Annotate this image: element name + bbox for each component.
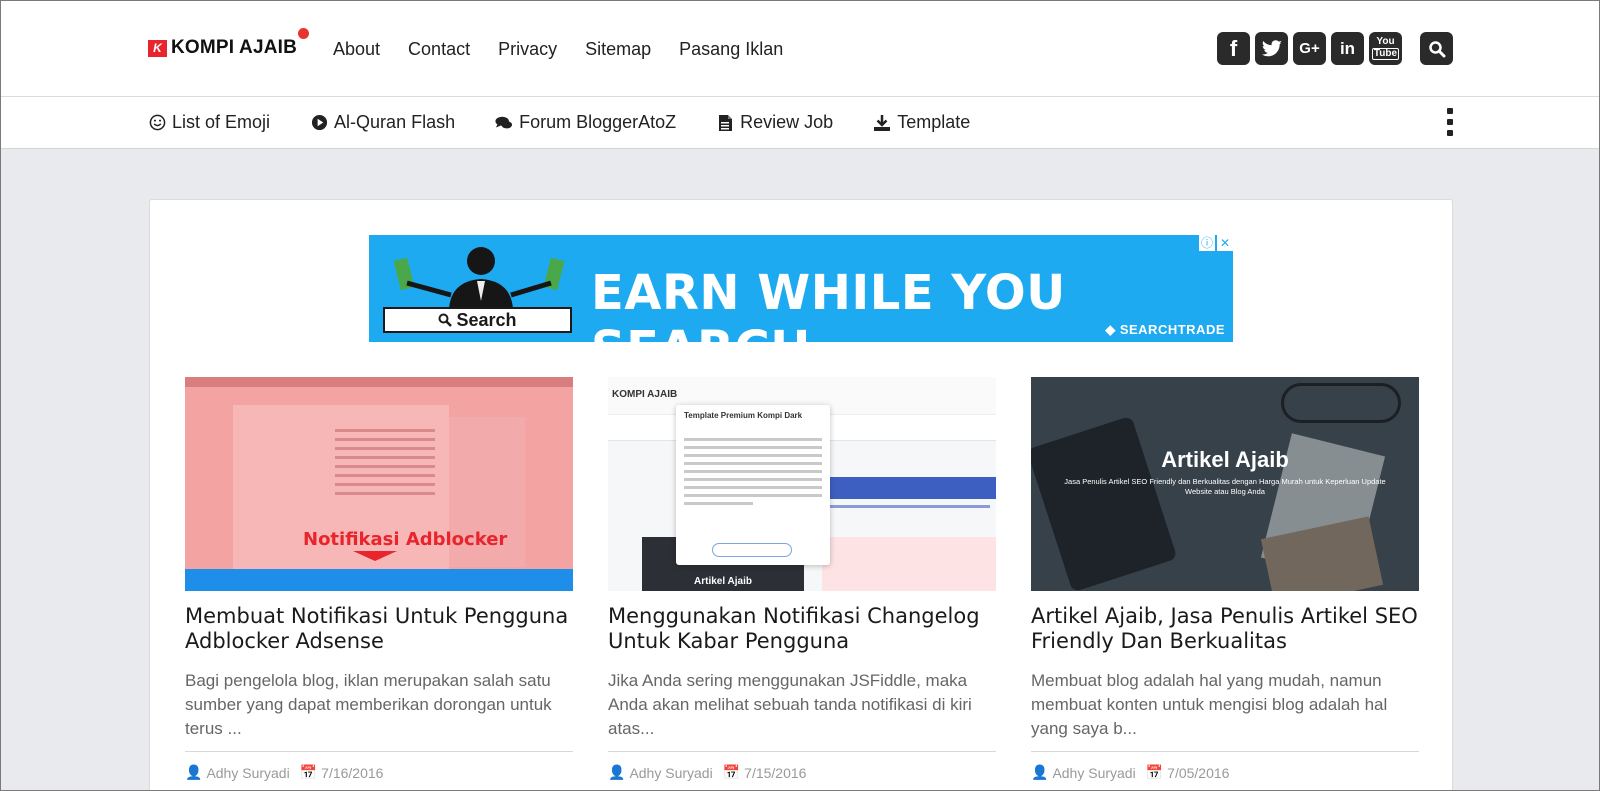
post-date: 7/16/2016: [321, 764, 384, 781]
google-plus-icon[interactable]: G+: [1293, 32, 1326, 65]
subnav-al-quran-flash[interactable]: Al-Quran Flash: [310, 112, 455, 133]
document-icon: [716, 114, 734, 132]
ad-controls: ⓘ ✕: [1199, 235, 1233, 251]
logo-text: KOMPI AJAIB: [171, 37, 298, 58]
nav-pasang-iklan[interactable]: Pasang Iklan: [679, 39, 783, 60]
user-icon: 👤: [1031, 764, 1049, 780]
user-icon: 👤: [608, 764, 626, 780]
nav-contact[interactable]: Contact: [408, 39, 470, 60]
subnav-label: Al-Quran Flash: [334, 112, 456, 132]
subnav-label: Template: [897, 112, 971, 132]
post-thumbnail[interactable]: KOMPI AJAIB Artikel Ajaib Template Premi…: [608, 377, 996, 591]
subnav-label: Review Job: [740, 112, 834, 132]
twitter-icon[interactable]: [1255, 32, 1288, 65]
ad-search-icon: [438, 313, 453, 327]
search-icon[interactable]: [1420, 32, 1453, 65]
thumbnail-title: Artikel Ajaib: [1161, 447, 1289, 472]
calendar-icon: 📅: [1145, 764, 1164, 780]
arrow-down-icon: [353, 551, 397, 561]
thumbnail-logo: KOMPI AJAIB: [612, 389, 678, 400]
post-date: 7/05/2016: [1167, 764, 1230, 781]
post-excerpt: Jika Anda sering menggunakan JSFiddle, m…: [608, 671, 972, 738]
popup-title: Template Premium Kompi Dark: [684, 411, 803, 420]
download-icon: [873, 114, 891, 132]
thumbnail-popup: Template Premium Kompi Dark: [676, 405, 830, 565]
post-author[interactable]: Adhy Suryadi: [206, 765, 289, 781]
logo-mark-icon: K: [148, 39, 167, 57]
post-card: Notifikasi Adblocker Membuat Notifikasi …: [185, 377, 573, 781]
ad-person-illustration: [393, 247, 565, 309]
top-header: K KOMPI AJAIB About Contact Privacy Site…: [1, 1, 1599, 97]
post-date: 7/15/2016: [744, 764, 807, 781]
site-logo[interactable]: K KOMPI AJAIB: [148, 28, 309, 59]
nav-sitemap[interactable]: Sitemap: [585, 39, 651, 60]
secondary-nav: List of Emoji Al-Quran Flash Forum Blogg…: [148, 112, 970, 133]
nav-privacy[interactable]: Privacy: [498, 39, 557, 60]
subnav-review-job[interactable]: Review Job: [716, 112, 833, 133]
post-thumbnail[interactable]: Notifikasi Adblocker: [185, 377, 573, 591]
youtube-icon[interactable]: You Tube: [1369, 32, 1402, 65]
ad-search-label: Search: [456, 309, 517, 330]
thumbnail-subtitle: Jasa Penulis Artikel SEO Friendly dan Be…: [1064, 477, 1386, 496]
ad-brand: ◆ SEARCHTRADE: [1105, 322, 1225, 337]
ad-banner[interactable]: Search EARN WHILE YOU SEARCH ◆ SEARCHTRA…: [369, 235, 1233, 342]
post-thumbnail[interactable]: Artikel Ajaib Jasa Penulis Artikel SEO F…: [1031, 377, 1419, 591]
post-title[interactable]: Menggunakan Notifikasi Changelog Untuk K…: [608, 604, 996, 656]
post-title[interactable]: Artikel Ajaib, Jasa Penulis Artikel SEO …: [1031, 604, 1419, 656]
ad-close-icon[interactable]: ✕: [1217, 235, 1233, 251]
notification-dot-icon: [298, 28, 309, 39]
ad-brand-text: SEARCHTRADE: [1119, 322, 1225, 337]
more-menu-icon[interactable]: [1445, 108, 1455, 136]
post-author[interactable]: Adhy Suryadi: [1052, 765, 1135, 781]
post-meta: 👤 Adhy Suryadi 📅 7/15/2016: [608, 764, 996, 781]
subnav-forum-bloggeratoz[interactable]: Forum BloggerAtoZ: [495, 112, 676, 133]
subnav-template[interactable]: Template: [873, 112, 970, 133]
thumbnail-caption: Notifikasi Adblocker: [303, 529, 508, 550]
comments-icon: [495, 114, 513, 132]
calendar-icon: 📅: [722, 764, 741, 780]
linkedin-icon[interactable]: in: [1331, 32, 1364, 65]
post-title[interactable]: Membuat Notifikasi Untuk Pengguna Adbloc…: [185, 604, 573, 656]
user-icon: 👤: [185, 764, 203, 780]
post-card: KOMPI AJAIB Artikel Ajaib Template Premi…: [608, 377, 996, 781]
subnav-label: Forum BloggerAtoZ: [519, 112, 677, 132]
post-excerpt: Bagi pengelola blog, iklan merupakan sal…: [185, 671, 552, 738]
smile-icon: [148, 114, 166, 132]
social-links: f G+ in You Tube: [1217, 32, 1453, 65]
post-meta: 👤 Adhy Suryadi 📅 7/05/2016: [1031, 764, 1419, 781]
youtube-icon-text-tube: Tube: [1371, 48, 1400, 60]
main-nav: About Contact Privacy Sitemap Pasang Ikl…: [333, 39, 783, 60]
post-card: Artikel Ajaib Jasa Penulis Artikel SEO F…: [1031, 377, 1419, 781]
play-icon: [310, 114, 328, 132]
post-author[interactable]: Adhy Suryadi: [629, 765, 712, 781]
nav-about[interactable]: About: [333, 39, 380, 60]
post-excerpt: Membuat blog adalah hal yang mudah, namu…: [1031, 671, 1388, 738]
ad-info-icon[interactable]: ⓘ: [1199, 235, 1215, 251]
facebook-icon[interactable]: f: [1217, 32, 1250, 65]
youtube-icon-text-you: You: [1376, 36, 1395, 47]
secondary-nav-bar: List of Emoji Al-Quran Flash Forum Blogg…: [1, 97, 1599, 149]
subnav-list-of-emoji[interactable]: List of Emoji: [148, 112, 270, 133]
calendar-icon: 📅: [299, 764, 318, 780]
subnav-label: List of Emoji: [172, 112, 271, 132]
ad-search-box[interactable]: Search: [383, 307, 572, 333]
post-meta: 👤 Adhy Suryadi 📅 7/16/2016: [185, 764, 573, 781]
